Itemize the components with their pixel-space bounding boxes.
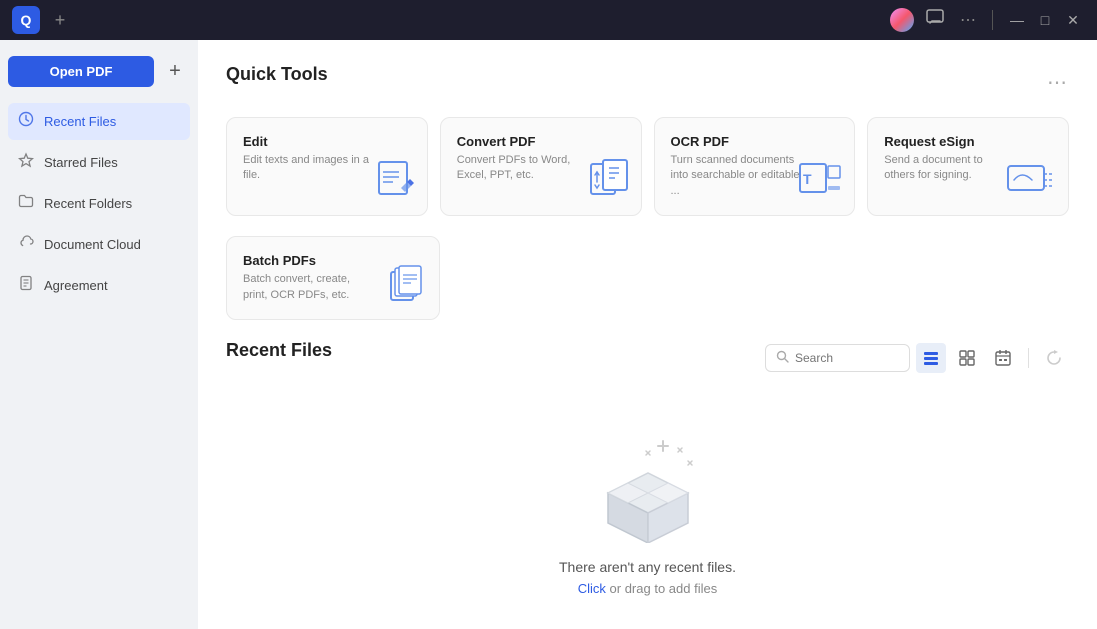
sidebar-item-recent-files-label: Recent Files <box>44 114 116 129</box>
more-options-icon[interactable]: ⋯ <box>956 8 980 32</box>
toolbar-separator <box>1028 348 1029 368</box>
minimize-button[interactable]: — <box>1005 8 1029 32</box>
quick-tools-title: Quick Tools <box>226 64 328 85</box>
tool-edit-desc: Edit texts and images in a file. <box>243 153 373 184</box>
tool-batch-icon <box>389 264 427 307</box>
tool-edit-icon <box>375 158 415 203</box>
agreement-icon <box>18 275 34 296</box>
document-cloud-icon <box>18 234 34 255</box>
main-layout: Open PDF + Recent Files Starred Files <box>0 40 1097 629</box>
titlebar-separator <box>992 10 993 30</box>
tool-card-convert-pdf[interactable]: Convert PDF Convert PDFs to Word, Excel,… <box>440 117 642 216</box>
tool-convert-desc: Convert PDFs to Word, Excel, PPT, etc. <box>457 153 587 184</box>
titlebar: Q + ⋯ — □ ✕ <box>0 0 1097 40</box>
click-link[interactable]: Click <box>578 581 606 596</box>
content-area: Quick Tools ⋯ Edit Edit texts and images… <box>198 40 1097 629</box>
recent-folders-icon <box>18 193 34 214</box>
quick-tools-grid: Edit Edit texts and images in a file. Co… <box>226 117 1069 216</box>
tool-ocr-icon: T <box>798 158 842 203</box>
avatar[interactable] <box>890 8 914 32</box>
grid-view-button[interactable] <box>952 343 982 373</box>
svg-text:T: T <box>803 171 812 187</box>
recent-files-tools <box>765 343 1069 373</box>
tool-convert-name: Convert PDF <box>457 134 625 149</box>
add-button[interactable]: + <box>160 57 190 87</box>
recent-files-header: Recent Files <box>226 340 1069 377</box>
tool-batch-desc: Batch convert, create, print, OCR PDFs, … <box>243 272 373 303</box>
tool-edit-name: Edit <box>243 134 411 149</box>
sidebar-item-recent-files[interactable]: Recent Files <box>8 103 190 140</box>
window-controls: — □ ✕ <box>1005 8 1085 32</box>
tool-ocr-name: OCR PDF <box>671 134 839 149</box>
titlebar-right: ⋯ — □ ✕ <box>890 7 1085 34</box>
tool-card-batch-pdfs[interactable]: Batch PDFs Batch convert, create, print,… <box>226 236 440 320</box>
recent-files-title: Recent Files <box>226 340 332 361</box>
tool-esign-name: Request eSign <box>884 134 1052 149</box>
close-button[interactable]: ✕ <box>1061 8 1085 32</box>
tool-convert-icon <box>589 158 629 203</box>
sidebar-actions: Open PDF + <box>8 56 190 87</box>
sidebar-item-recent-folders-label: Recent Folders <box>44 196 132 211</box>
starred-files-icon <box>18 152 34 173</box>
maximize-button[interactable]: □ <box>1033 8 1057 32</box>
open-pdf-button[interactable]: Open PDF <box>8 56 154 87</box>
tool-card-edit[interactable]: Edit Edit texts and images in a file. <box>226 117 428 216</box>
empty-state: There aren't any recent files. Click or … <box>226 393 1069 616</box>
sidebar-item-starred-files-label: Starred Files <box>44 155 118 170</box>
empty-subtext: Click or drag to add files <box>578 581 717 596</box>
tool-card-request-esign[interactable]: Request eSign Send a document to others … <box>867 117 1069 216</box>
search-input[interactable] <box>795 351 899 365</box>
chat-icon[interactable] <box>922 7 948 34</box>
app-logo[interactable]: Q <box>12 6 40 34</box>
sidebar-item-agreement[interactable]: Agreement <box>8 267 190 304</box>
sidebar: Open PDF + Recent Files Starred Files <box>0 40 198 629</box>
sidebar-item-recent-folders[interactable]: Recent Folders <box>8 185 190 222</box>
tool-card-ocr-pdf[interactable]: OCR PDF Turn scanned documents into sear… <box>654 117 856 216</box>
new-tab-button[interactable]: + <box>48 8 72 32</box>
sidebar-item-starred-files[interactable]: Starred Files <box>8 144 190 181</box>
refresh-button[interactable] <box>1039 343 1069 373</box>
sidebar-item-agreement-label: Agreement <box>44 278 108 293</box>
search-icon <box>776 350 789 366</box>
recent-files-icon <box>18 111 34 132</box>
search-box[interactable] <box>765 344 910 372</box>
empty-state-icon <box>588 433 708 543</box>
sidebar-item-document-cloud-label: Document Cloud <box>44 237 141 252</box>
tool-esign-icon <box>1006 158 1056 203</box>
tool-esign-desc: Send a document to others for signing. <box>884 153 1014 184</box>
list-view-button[interactable] <box>916 343 946 373</box>
quick-tools-more-button[interactable]: ⋯ <box>1047 70 1069 95</box>
tool-ocr-desc: Turn scanned documents into searchable o… <box>671 153 801 199</box>
calendar-view-button[interactable] <box>988 343 1018 373</box>
sidebar-item-document-cloud[interactable]: Document Cloud <box>8 226 190 263</box>
empty-message: There aren't any recent files. <box>559 559 736 575</box>
